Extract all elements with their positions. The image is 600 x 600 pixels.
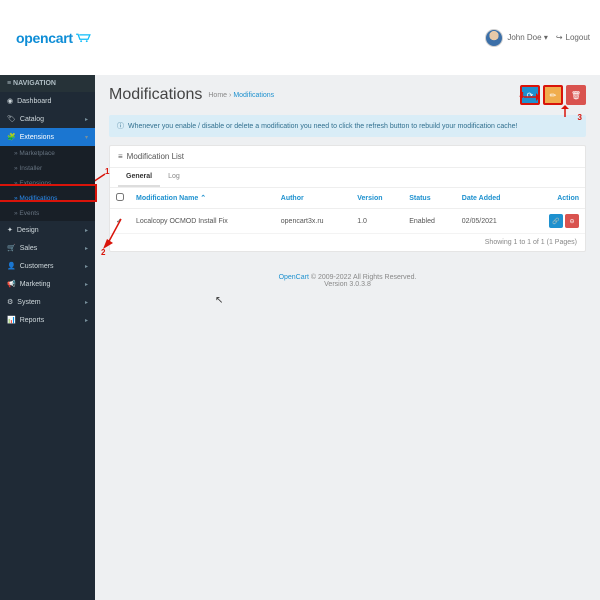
main-content: opencart John Doe ▾ ↪Logout Modification… bbox=[95, 75, 600, 600]
sidebar-sub-marketplace[interactable]: » Marketplace bbox=[0, 146, 95, 161]
logout-icon: ↪ bbox=[556, 33, 563, 42]
refresh-button[interactable]: ⟳ bbox=[520, 85, 540, 105]
cell-status: Enabled bbox=[403, 209, 456, 234]
eraser-icon: ✏ bbox=[550, 91, 557, 100]
tab-general[interactable]: General bbox=[118, 168, 160, 187]
tag-icon: 🏷 bbox=[7, 115, 16, 123]
bar-icon: 📊 bbox=[7, 316, 16, 324]
col-name[interactable]: Modification Name ⌃ bbox=[130, 188, 275, 209]
logo-text: opencart bbox=[16, 30, 73, 46]
share-icon: 📢 bbox=[7, 280, 16, 288]
footer-brand[interactable]: OpenCart bbox=[279, 274, 309, 281]
trash-icon: 🗑 bbox=[571, 91, 581, 100]
nav-header: ≡ NAVIGATION bbox=[0, 75, 95, 92]
sidebar-submenu: » Marketplace » Installer » Extensions »… bbox=[0, 146, 95, 221]
select-all-checkbox[interactable] bbox=[116, 193, 124, 201]
panel-header: ≡ Modification List bbox=[110, 146, 585, 168]
sidebar-item-extensions[interactable]: 🧩Extensions▾ bbox=[0, 128, 95, 146]
delete-button[interactable]: 🗑 bbox=[566, 85, 586, 105]
sidebar-item-sales[interactable]: 🛒Sales▸ bbox=[0, 239, 95, 257]
tabs: General Log bbox=[110, 168, 585, 188]
sort-icon: ⌃ bbox=[200, 195, 206, 202]
username[interactable]: John Doe ▾ bbox=[507, 33, 548, 42]
refresh-icon: ⟳ bbox=[527, 91, 534, 100]
table-row: ✓ Localcopy OCMOD Install Fix opencart3x… bbox=[110, 209, 585, 234]
logo: opencart bbox=[16, 30, 91, 46]
logo-cart-icon bbox=[75, 33, 91, 43]
cell-version: 1.0 bbox=[351, 209, 403, 234]
footer: OpenCart © 2009-2022 All Rights Reserved… bbox=[95, 260, 600, 302]
info-icon: ⓘ bbox=[117, 121, 124, 131]
page-title: Modifications bbox=[109, 86, 202, 104]
sidebar-sub-events[interactable]: » Events bbox=[0, 206, 95, 221]
cell-author: opencart3x.ru bbox=[275, 209, 351, 234]
cart-icon: 🛒 bbox=[7, 244, 16, 252]
header-actions: ⟳ ✏ 🗑 bbox=[520, 85, 586, 105]
minus-icon: ⊖ bbox=[569, 218, 574, 225]
pager: Showing 1 to 1 of 1 (1 Pages) bbox=[110, 234, 585, 251]
gear-icon: ⚙ bbox=[7, 298, 13, 306]
sidebar-sub-installer[interactable]: » Installer bbox=[0, 161, 95, 176]
sidebar-item-marketing[interactable]: 📢Marketing▸ bbox=[0, 275, 95, 293]
clear-button[interactable]: ✏ bbox=[543, 85, 563, 105]
puzzle-icon: 🧩 bbox=[7, 133, 16, 141]
sidebar-item-reports[interactable]: 📊Reports▸ bbox=[0, 311, 95, 329]
sidebar-item-system[interactable]: ⚙System▸ bbox=[0, 293, 95, 311]
sidebar-item-customers[interactable]: 👤Customers▸ bbox=[0, 257, 95, 275]
tv-icon: ✦ bbox=[7, 226, 13, 234]
row-disable-button[interactable]: ⊖ bbox=[565, 214, 579, 228]
sidebar-sub-extensions[interactable]: » Extensions bbox=[0, 176, 95, 191]
cell-name: Localcopy OCMOD Install Fix bbox=[130, 209, 275, 234]
breadcrumb-current[interactable]: Modifications bbox=[233, 92, 274, 99]
sidebar-item-catalog[interactable]: 🏷Catalog▸ bbox=[0, 110, 95, 128]
list-icon: ≡ bbox=[118, 152, 123, 161]
chevron-down-icon: ▾ bbox=[85, 134, 88, 141]
link-icon: 🔗 bbox=[552, 218, 559, 225]
modification-panel: ≡ Modification List General Log Modifica… bbox=[109, 145, 586, 252]
sidebar: ≡ NAVIGATION ◉Dashboard 🏷Catalog▸ 🧩Exten… bbox=[0, 75, 95, 600]
chevron-icon: ▸ bbox=[85, 116, 88, 123]
row-link-button[interactable]: 🔗 bbox=[549, 214, 563, 228]
footer-version: Version 3.0.3.8 bbox=[324, 281, 371, 288]
breadcrumb-home[interactable]: Home bbox=[208, 92, 227, 99]
tab-log[interactable]: Log bbox=[160, 168, 188, 187]
modifications-table: Modification Name ⌃ Author Version Statu… bbox=[110, 188, 585, 234]
breadcrumb: Home › Modifications bbox=[208, 92, 274, 99]
sidebar-item-design[interactable]: ✦Design▸ bbox=[0, 221, 95, 239]
col-action: Action bbox=[526, 188, 585, 209]
logout-link[interactable]: ↪Logout bbox=[556, 33, 590, 42]
cell-date: 02/05/2021 bbox=[456, 209, 527, 234]
sidebar-sub-modifications[interactable]: » Modifications bbox=[0, 191, 95, 206]
col-status[interactable]: Status bbox=[403, 188, 456, 209]
col-date[interactable]: Date Added bbox=[456, 188, 527, 209]
col-author[interactable]: Author bbox=[275, 188, 351, 209]
topbar: opencart John Doe ▾ ↪Logout bbox=[0, 0, 600, 75]
page-header: Modifications Home › Modifications ⟳ ✏ 🗑 bbox=[95, 75, 600, 115]
row-check-icon[interactable]: ✓ bbox=[116, 218, 122, 225]
user-icon: 👤 bbox=[7, 262, 16, 270]
col-version[interactable]: Version bbox=[351, 188, 403, 209]
info-alert: ⓘ Whenever you enable / disable or delet… bbox=[109, 115, 586, 137]
dashboard-icon: ◉ bbox=[7, 97, 13, 105]
annotation-2: 2 bbox=[101, 248, 105, 257]
avatar[interactable] bbox=[485, 29, 503, 47]
alert-text: Whenever you enable / disable or delete … bbox=[128, 123, 518, 130]
sidebar-item-dashboard[interactable]: ◉Dashboard bbox=[0, 92, 95, 110]
